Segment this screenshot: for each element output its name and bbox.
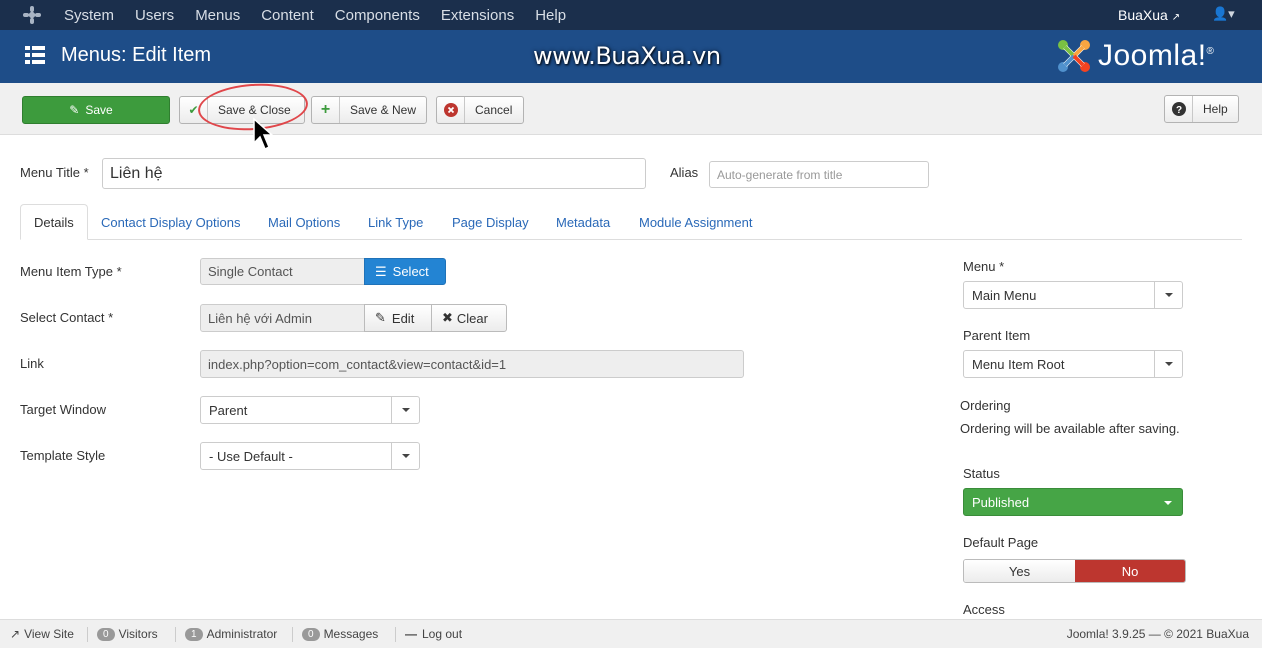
target-window-select[interactable]: Parent xyxy=(200,396,420,424)
copyright-text: Joomla! 3.9.25 — © 2021 BuaXua xyxy=(1066,627,1249,641)
administrator-link[interactable]: 1 Administrator xyxy=(185,627,277,641)
default-page-toggle: Yes No xyxy=(963,559,1186,583)
ordering-label: Ordering xyxy=(960,398,1011,413)
tab-details[interactable]: Details xyxy=(20,204,88,240)
menu-item-type-label: Menu Item Type * xyxy=(20,264,122,279)
menu-extensions[interactable]: Extensions xyxy=(441,7,514,24)
admin-badge: 1 xyxy=(185,627,203,641)
toolbar: ✎ Save ✔ Save & Close + Save & New Cance… xyxy=(0,83,1262,135)
minus-icon: — xyxy=(405,627,417,641)
tab-page-display[interactable]: Page Display xyxy=(439,204,542,240)
menu-content[interactable]: Content xyxy=(261,7,314,24)
select-contact-field: Liên hệ với Admin xyxy=(200,304,365,332)
access-label: Access xyxy=(963,602,1005,617)
default-page-label: Default Page xyxy=(963,535,1039,550)
view-site-link[interactable]: ↗ View Site xyxy=(10,627,74,641)
brand-registered: ® xyxy=(1206,46,1215,57)
joomla-logo-icon[interactable] xyxy=(22,5,42,25)
edit-icon: ✎ xyxy=(375,310,386,325)
ordering-note: Ordering will be available after saving. xyxy=(960,421,1180,436)
messages-badge: 0 xyxy=(302,627,320,641)
default-page-no[interactable]: No xyxy=(1075,560,1185,582)
chevron-down-icon xyxy=(1164,501,1172,505)
alias-input[interactable]: Auto-generate from title xyxy=(709,161,929,188)
save-new-button[interactable]: + Save & New xyxy=(311,96,427,124)
watermark-text: www.BuaXua.vn xyxy=(533,42,721,70)
menu-item-type-field: Single Contact xyxy=(200,258,365,285)
tab-metadata[interactable]: Metadata xyxy=(543,204,623,240)
joomla-brand-icon xyxy=(1058,40,1090,72)
tab-mail-options[interactable]: Mail Options xyxy=(255,204,353,240)
tab-module-assignment[interactable]: Module Assignment xyxy=(626,204,765,240)
svg-text:?: ? xyxy=(1175,105,1181,116)
menu-help[interactable]: Help xyxy=(535,7,566,24)
status-footer: ↗ View Site 0 Visitors 1 Administrator 0… xyxy=(0,619,1262,648)
close-icon: ✖ xyxy=(442,310,453,325)
page-header: Menus: Edit Item www.BuaXua.vn Joomla!® xyxy=(0,30,1262,83)
clear-contact-button[interactable]: ✖ Clear xyxy=(431,304,507,332)
site-name-link[interactable]: BuaXua ↗ xyxy=(1118,7,1180,23)
alias-label: Alias xyxy=(670,165,699,180)
tab-contact-display-options[interactable]: Contact Display Options xyxy=(88,204,253,240)
link-field: index.php?option=com_contact&view=contac… xyxy=(200,350,744,378)
chevron-down-icon xyxy=(1154,282,1182,308)
template-style-label: Template Style xyxy=(20,448,106,463)
messages-link[interactable]: 0 Messages xyxy=(302,627,378,641)
top-navbar: System Users Menus Content Components Ex… xyxy=(0,0,1262,30)
menu-list-icon xyxy=(25,46,45,64)
site-name: BuaXua xyxy=(1118,7,1168,23)
question-icon: ? xyxy=(1165,96,1193,122)
menu-title-label: Menu Title * xyxy=(20,165,89,180)
default-page-yes[interactable]: Yes xyxy=(964,560,1075,582)
status-label: Status xyxy=(963,466,1000,481)
tab-bar: Details Contact Display Options Mail Opt… xyxy=(20,204,1242,240)
menu-users[interactable]: Users xyxy=(135,7,174,24)
chevron-down-icon xyxy=(391,397,419,423)
mouse-cursor-icon xyxy=(253,117,274,151)
select-contact-label: Select Contact * xyxy=(20,310,114,325)
visitors-link[interactable]: 0 Visitors xyxy=(97,627,158,641)
tab-link-type[interactable]: Link Type xyxy=(355,204,436,240)
link-label: Link xyxy=(20,356,44,371)
parent-item-label: Parent Item xyxy=(963,328,1031,343)
joomla-brand: Joomla!® xyxy=(1056,36,1214,76)
edit-contact-button[interactable]: ✎ Edit xyxy=(364,304,432,332)
help-button[interactable]: ? Help xyxy=(1164,95,1239,123)
menu-title-input[interactable]: Liên hệ xyxy=(102,158,646,189)
page-title: Menus: Edit Item xyxy=(61,44,212,66)
cancel-icon xyxy=(437,97,465,123)
visitors-badge: 0 xyxy=(97,627,115,641)
menu-select[interactable]: Main Menu xyxy=(963,281,1183,309)
external-link-icon: ↗ xyxy=(1171,12,1181,23)
target-window-label: Target Window xyxy=(20,402,106,417)
logout-link[interactable]: — Log out xyxy=(405,627,462,641)
template-style-select[interactable]: - Use Default - xyxy=(200,442,420,470)
status-select[interactable]: Published xyxy=(963,488,1183,516)
select-type-button[interactable]: ☰ Select xyxy=(364,258,446,285)
top-menu: System Users Menus Content Components Ex… xyxy=(64,0,587,30)
brand-name: Joomla! xyxy=(1098,39,1207,72)
save-button[interactable]: ✎ Save xyxy=(22,96,170,124)
list-icon: ☰ xyxy=(375,263,387,279)
chevron-down-icon xyxy=(1154,351,1182,377)
menu-label: Menu * xyxy=(963,259,1005,274)
external-link-icon: ↗ xyxy=(10,627,21,641)
user-menu-icon[interactable]: 👤▾ xyxy=(1212,6,1235,22)
menu-menus[interactable]: Menus xyxy=(195,7,240,24)
edit-icon: ✎ xyxy=(69,103,80,117)
cancel-button[interactable]: Cancel xyxy=(436,96,524,124)
parent-item-select[interactable]: Menu Item Root xyxy=(963,350,1183,378)
chevron-down-icon xyxy=(391,443,419,469)
menu-system[interactable]: System xyxy=(64,7,114,24)
plus-icon: + xyxy=(312,97,340,123)
menu-components[interactable]: Components xyxy=(335,7,420,24)
